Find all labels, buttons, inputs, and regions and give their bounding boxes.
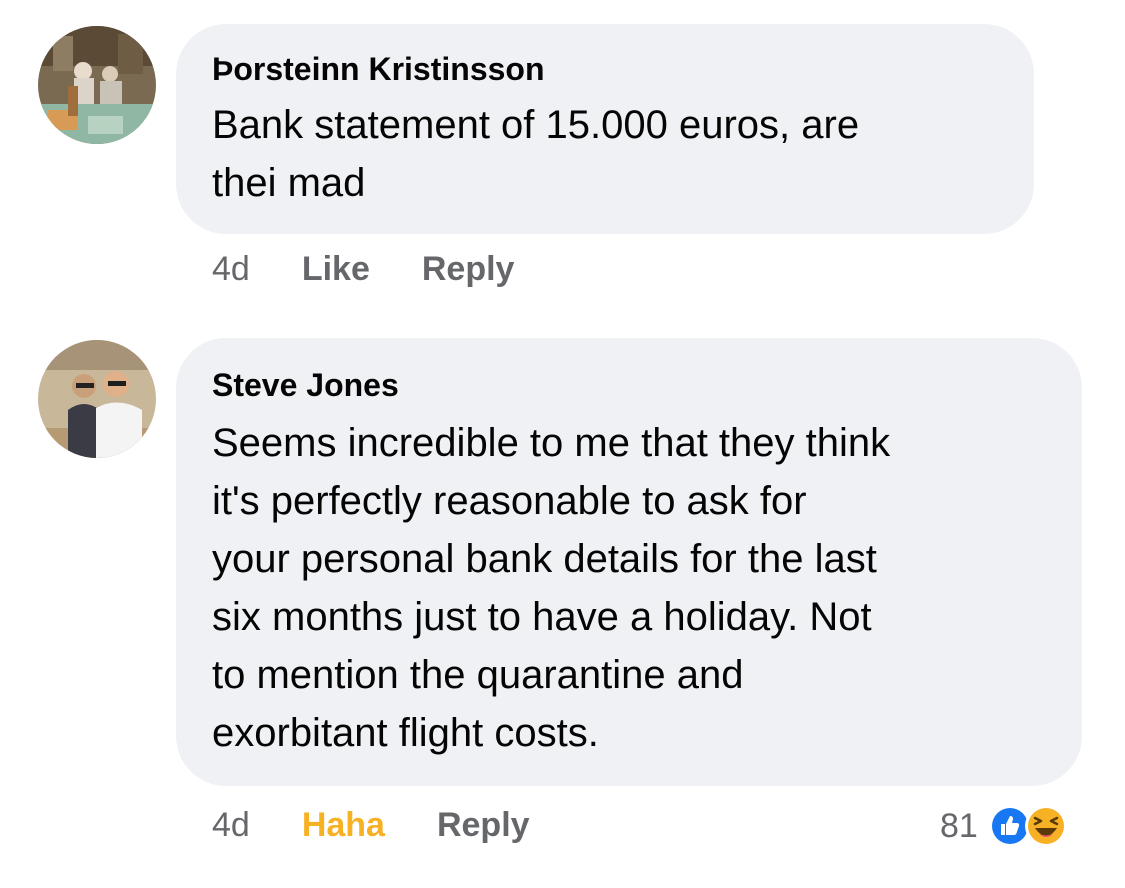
comment-author[interactable]: Steve Jones	[212, 366, 1046, 404]
reaction-summary[interactable]: 81	[940, 804, 1068, 848]
comment-author[interactable]: Þorsteinn Kristinsson	[212, 50, 998, 88]
like-button[interactable]: Like	[302, 250, 370, 289]
haha-reaction-button[interactable]: Haha	[302, 806, 385, 845]
comment-line: Seems incredible to me that they think	[212, 421, 891, 465]
comment-bubble: Steve Jones Seems incredible to me that …	[176, 338, 1082, 786]
comment-text: Bank statement of 15.000 euros, are thei…	[212, 96, 998, 212]
comment-line: exorbitant flight costs.	[212, 711, 599, 755]
reaction-count: 81	[940, 806, 978, 845]
reply-button[interactable]: Reply	[437, 806, 530, 845]
avatar-thorsteinn[interactable]	[38, 26, 156, 144]
comment-line: your personal bank details for the last	[212, 537, 877, 581]
comment-line: to mention the quarantine and	[212, 653, 744, 697]
avatar-photo	[38, 340, 156, 458]
avatar-steve-jones[interactable]	[38, 340, 156, 458]
avatar-photo	[38, 26, 156, 144]
comment-actions: 4d Like Reply	[212, 250, 566, 289]
comment-text: Seems incredible to me that they think i…	[212, 414, 1046, 762]
comment-line: it's perfectly reasonable to ask for	[212, 479, 807, 523]
comment-line: thei mad	[212, 161, 366, 205]
comment-time[interactable]: 4d	[212, 250, 250, 289]
comment-time[interactable]: 4d	[212, 806, 250, 845]
comment-actions: 4d Haha Reply	[212, 806, 582, 845]
comment-line: Bank statement of 15.000 euros, are	[212, 103, 860, 147]
comment-line: six months just to have a holiday. Not	[212, 595, 872, 639]
comment-bubble: Þorsteinn Kristinsson Bank statement of …	[176, 24, 1034, 234]
reply-button[interactable]: Reply	[422, 250, 515, 289]
haha-icon	[1024, 805, 1067, 847]
